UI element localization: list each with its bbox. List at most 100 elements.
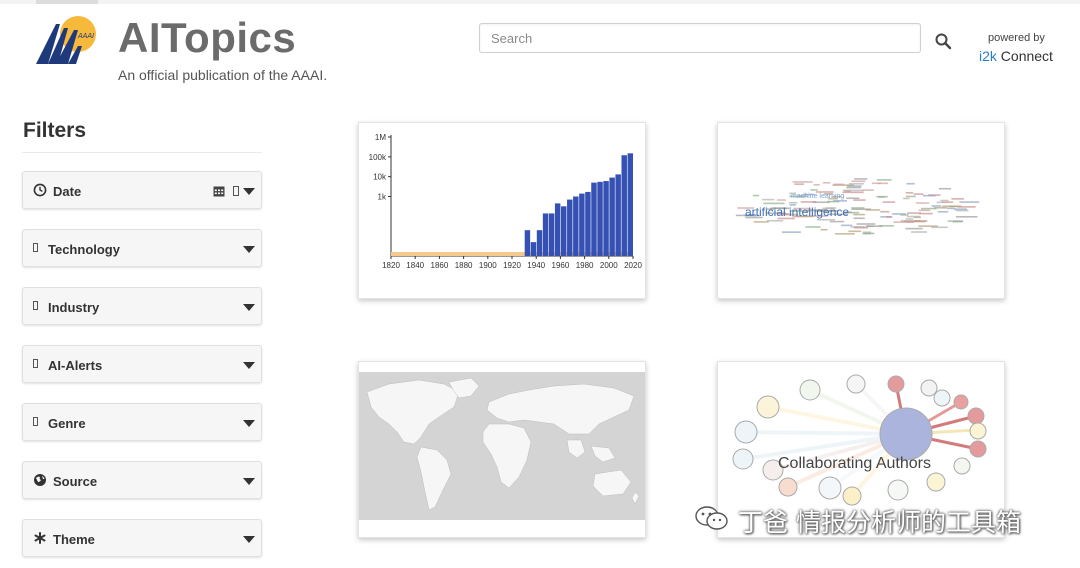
- bar: [591, 182, 597, 256]
- wordcloud-word: [876, 179, 892, 181]
- x-tick-label: 1920: [503, 261, 521, 270]
- bar: [536, 230, 543, 256]
- search-icon[interactable]: [934, 32, 952, 50]
- bar: [627, 153, 633, 256]
- filter-industry[interactable]: Industry: [22, 287, 262, 325]
- filter-date-label: Date: [53, 184, 82, 199]
- bar: [579, 193, 585, 256]
- clock-icon: [33, 183, 47, 197]
- wordcloud-word: [813, 184, 820, 186]
- wordcloud-word: [833, 183, 844, 186]
- wechat-icon: [695, 506, 728, 530]
- wordcloud-word: [829, 220, 845, 223]
- filter-technology[interactable]: Technology: [22, 229, 262, 267]
- wordcloud-word: [853, 226, 869, 229]
- i2k-connect-link[interactable]: i2k Connect: [979, 48, 1053, 64]
- wordcloud-word: [905, 191, 914, 194]
- bar: [597, 181, 603, 256]
- wordcloud-word: [781, 231, 801, 233]
- wordcloud-word: [879, 225, 894, 227]
- world-map: [359, 372, 645, 520]
- box-icon[interactable]: [233, 186, 239, 196]
- orange-band: [391, 252, 633, 256]
- wordcloud-word: [916, 202, 930, 204]
- wordcloud-word: [853, 199, 866, 201]
- wordcloud-word: [788, 201, 798, 204]
- wordcloud-word: [886, 216, 893, 218]
- wordcloud-word: [878, 196, 885, 198]
- bar: [542, 213, 549, 256]
- filter-theme[interactable]: Theme: [22, 519, 262, 557]
- aaai-logo[interactable]: AAAI: [34, 14, 100, 66]
- wordcloud-word: [752, 194, 760, 197]
- filter-source[interactable]: Source: [22, 461, 262, 499]
- site-title[interactable]: AITopics: [118, 14, 296, 62]
- wordcloud-word: [851, 180, 866, 183]
- wordcloud-word: [822, 181, 831, 184]
- chevron-down-icon[interactable]: [243, 420, 255, 427]
- chevron-down-icon[interactable]: [243, 536, 255, 543]
- x-tick-label: 1940: [527, 261, 545, 270]
- filter-industry-label: Industry: [48, 300, 100, 315]
- map-card[interactable]: [358, 361, 646, 538]
- filter-ai-alerts-label: AI-Alerts: [48, 358, 103, 373]
- wordcloud-main-word: artificial intelligence: [745, 205, 849, 219]
- chevron-down-icon[interactable]: [243, 188, 255, 195]
- wordcloud-word: [777, 199, 786, 201]
- box-icon: [33, 243, 38, 252]
- wordcloud-word: [882, 201, 896, 203]
- y-tick-label: 1M: [375, 133, 386, 142]
- wordcloud-word: [951, 198, 964, 200]
- filter-ai-alerts[interactable]: AI-Alerts: [22, 345, 262, 383]
- wordcloud-word: [955, 215, 978, 218]
- asterisk-icon: [34, 532, 46, 544]
- bar: [530, 242, 537, 256]
- logo-text: AAAI: [77, 33, 94, 40]
- x-tick-label: 1880: [455, 261, 473, 270]
- wordcloud-word: [853, 213, 865, 216]
- wordcloud-word: [854, 178, 868, 180]
- search-input[interactable]: [479, 23, 921, 53]
- wordcloud-word: [763, 202, 785, 205]
- bar: [573, 196, 579, 256]
- calendar-icon[interactable]: [213, 185, 225, 197]
- x-tick-label: 1960: [552, 261, 570, 270]
- watermark-text: 丁爸 情报分析师的工具箱: [738, 508, 1021, 537]
- wordcloud-word: [907, 212, 922, 214]
- i2k-suffix: Connect: [996, 48, 1053, 64]
- y-tick-label: 10k: [373, 173, 387, 182]
- wordcloud-word: [877, 182, 889, 185]
- wordcloud-word: [922, 194, 936, 197]
- wordcloud-secondary-word: machine learning: [791, 193, 844, 200]
- chevron-down-icon[interactable]: [243, 304, 255, 311]
- wordcloud-word: [846, 197, 860, 200]
- wordcloud-word: [903, 197, 910, 200]
- wordcloud-word: [913, 193, 924, 195]
- chevron-down-icon[interactable]: [243, 246, 255, 253]
- filter-genre-label: Genre: [48, 416, 86, 431]
- box-icon: [33, 301, 38, 310]
- bar: [567, 199, 573, 256]
- wordcloud-word: [919, 212, 933, 215]
- filter-date[interactable]: Date: [22, 171, 262, 209]
- wordcloud-word: [947, 220, 964, 222]
- chevron-down-icon[interactable]: [243, 362, 255, 369]
- wordcloud-word: [918, 209, 931, 212]
- chevron-down-icon[interactable]: [243, 478, 255, 485]
- wordcloud-word: [840, 224, 853, 227]
- wordcloud-word: [834, 233, 855, 235]
- filter-genre[interactable]: Genre: [22, 403, 262, 441]
- wordcloud-card[interactable]: artificial intelligence machine learning: [717, 122, 1005, 299]
- wordcloud-word: [905, 218, 914, 220]
- wordcloud-word: [905, 195, 916, 198]
- wordcloud-word: [931, 205, 942, 207]
- x-tick-label: 1860: [431, 261, 449, 270]
- x-tick-label: 2000: [600, 261, 618, 270]
- y-tick-label: 1k: [378, 193, 387, 202]
- filters-divider: [22, 152, 262, 153]
- timeline-card[interactable]: 1M 100k 10k 1k 1820 1840 1860 1880 1900 1920 1940 1…: [358, 122, 646, 299]
- wordcloud-word: [842, 189, 864, 192]
- wordcloud-word: [856, 223, 876, 225]
- wordcloud-word: [833, 200, 848, 202]
- wordcloud-word: [953, 208, 968, 210]
